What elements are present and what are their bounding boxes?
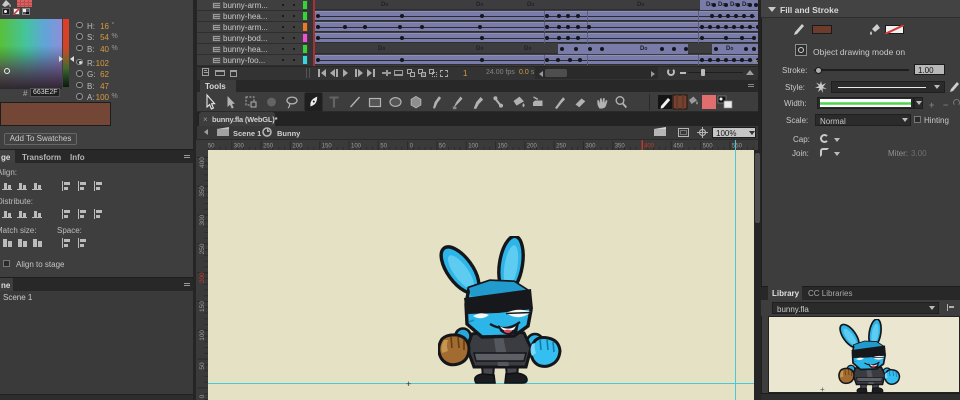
svg-text:50: 50	[380, 144, 387, 150]
svg-text:550: 550	[732, 144, 743, 150]
svg-text:250: 250	[556, 144, 567, 150]
svg-text:250: 250	[263, 144, 274, 150]
svg-text:100: 100	[468, 144, 479, 150]
svg-text:500: 500	[703, 144, 714, 150]
svg-text:350: 350	[208, 144, 215, 150]
svg-text:300: 300	[234, 144, 245, 150]
svg-text:150: 150	[199, 301, 206, 312]
svg-text:300: 300	[199, 214, 206, 225]
svg-text:200: 200	[199, 272, 206, 283]
svg-text:200: 200	[292, 144, 303, 150]
svg-text:350: 350	[615, 144, 626, 150]
svg-text:350: 350	[199, 186, 206, 197]
svg-text:150: 150	[498, 144, 509, 150]
svg-text:250: 250	[199, 243, 206, 254]
svg-text:300: 300	[585, 144, 596, 150]
svg-text:400: 400	[644, 144, 655, 150]
svg-text:50: 50	[199, 362, 206, 370]
svg-text:150: 150	[322, 144, 333, 150]
svg-text:100: 100	[199, 330, 206, 341]
svg-text:200: 200	[527, 144, 538, 150]
svg-text:400: 400	[199, 157, 206, 168]
svg-text:100: 100	[351, 144, 362, 150]
svg-text:450: 450	[673, 144, 684, 150]
svg-text:50: 50	[439, 144, 446, 150]
svg-text:0: 0	[199, 394, 206, 398]
